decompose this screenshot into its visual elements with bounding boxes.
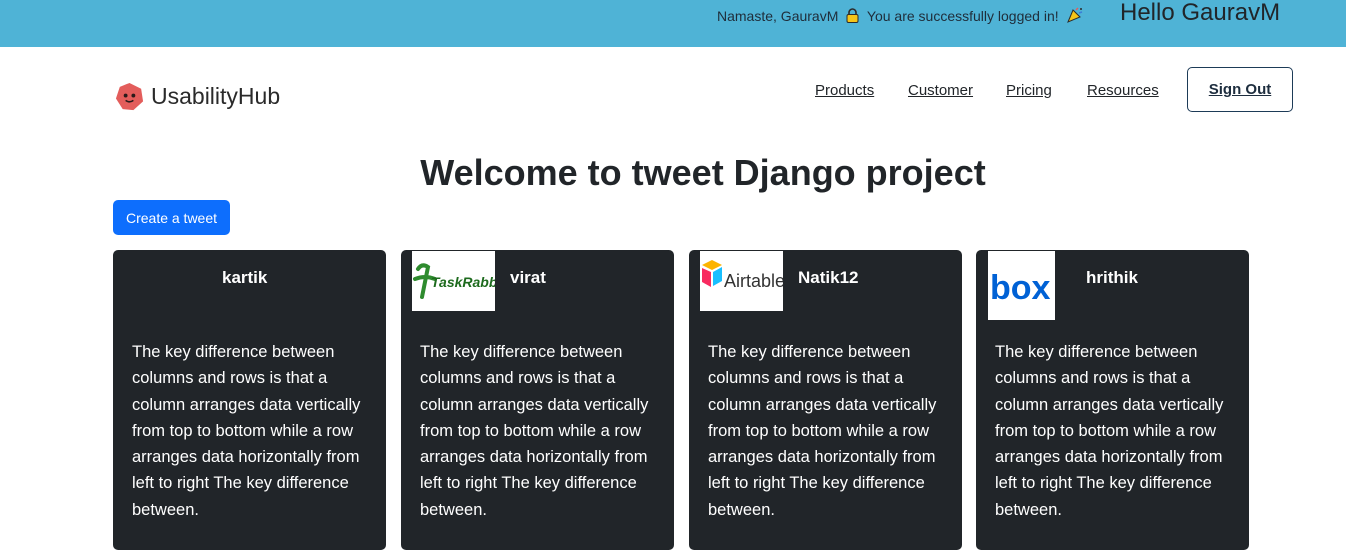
top-banner: Namaste, GauravM You are successfully lo… xyxy=(0,0,1346,47)
lock-icon xyxy=(846,8,859,27)
tweet-username: Natik12 xyxy=(798,268,859,287)
svg-text:TaskRabbit: TaskRabbit xyxy=(431,274,495,290)
tweet-text: The key difference between columns and r… xyxy=(995,343,1224,519)
tweet-card: TaskRabbit virat The key difference betw… xyxy=(401,250,674,550)
nav-pricing[interactable]: Pricing xyxy=(1006,82,1052,99)
taskrabbit-logo-icon: TaskRabbit xyxy=(412,251,495,311)
tweet-text: The key difference between columns and r… xyxy=(708,343,937,519)
tweet-username: virat xyxy=(510,268,546,287)
tweet-card: Airtable Natik12 The key difference betw… xyxy=(689,250,962,550)
sign-out-button[interactable]: Sign Out xyxy=(1187,67,1293,112)
tweet-text: The key difference between columns and r… xyxy=(420,343,649,519)
tweet-card: kartik The key difference between column… xyxy=(113,250,386,550)
tweet-text: The key difference between columns and r… xyxy=(132,343,361,519)
greeting-prefix: Namaste, GauravM xyxy=(717,8,839,24)
page-title: Welcome to tweet Django project xyxy=(420,152,986,193)
tweet-username: kartik xyxy=(222,268,268,287)
brand-name: UsabilityHub xyxy=(151,82,281,109)
create-tweet-button[interactable]: Create a tweet xyxy=(113,200,230,235)
svg-text:box: box xyxy=(990,269,1051,307)
hello-user: Hello GauravM xyxy=(1120,0,1281,26)
party-popper-icon xyxy=(1066,7,1084,27)
brand-logo-link[interactable]: UsabilityHub xyxy=(114,80,280,112)
airtable-logo-icon: Airtable xyxy=(700,251,783,311)
nav-resources[interactable]: Resources xyxy=(1087,82,1159,99)
box-logo-icon: box xyxy=(988,251,1055,320)
tweet-card: box hrithik The key difference between c… xyxy=(976,250,1249,550)
greeting-suffix: You are successfully logged in! xyxy=(866,8,1059,24)
nav-products[interactable]: Products xyxy=(815,82,874,99)
svg-text:Airtable: Airtable xyxy=(724,271,783,291)
tweet-username: hrithik xyxy=(1086,268,1138,287)
login-greeting: Namaste, GauravM You are successfully lo… xyxy=(717,7,1088,27)
hexagon-face-logo-icon xyxy=(115,82,144,110)
nav-customer[interactable]: Customer xyxy=(908,82,973,99)
